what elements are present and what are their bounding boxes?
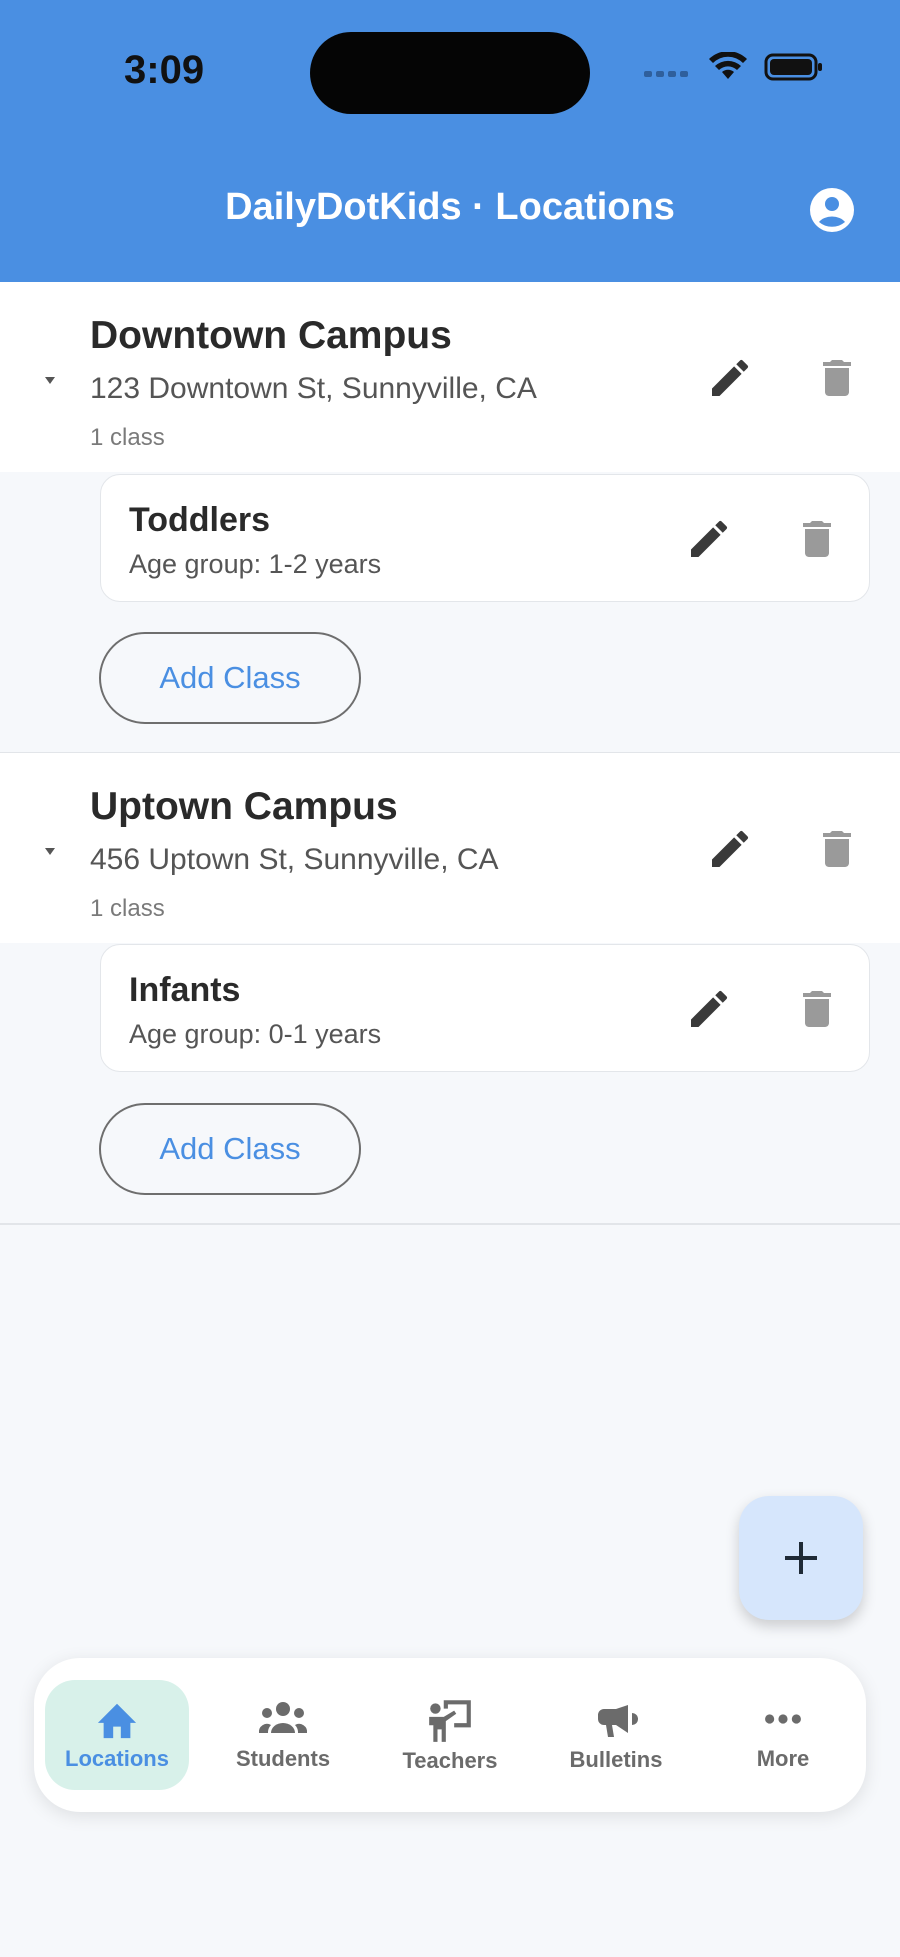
home-icon [97,1703,137,1739]
class-age-group: Age group: 0-1 years [129,1019,382,1049]
add-class-button[interactable]: Add Class [99,1103,361,1195]
delete-location-button[interactable] [813,825,861,873]
class-age-group: Age group: 1-2 years [129,549,382,579]
location-name: Uptown Campus [90,785,398,828]
page-title: DailyDotKids · Locations [225,186,675,228]
add-class-button[interactable]: Add Class [99,632,361,724]
dynamic-island [310,32,590,114]
pencil-icon [691,990,728,1027]
section-divider [0,1223,900,1225]
more-icon [765,1714,801,1724]
location-address: 123 Downtown St, Sunnyville, CA [90,372,537,405]
bottom-nav: Locations Students Teachers Bulletins Mo… [34,1658,866,1812]
nav-tab-teachers[interactable]: Teachers [378,1680,522,1790]
edit-class-button[interactable] [685,985,733,1033]
nav-label: Locations [65,1746,169,1771]
nav-tab-students[interactable]: Students [211,1680,355,1790]
megaphone-icon [598,1705,638,1737]
trash-icon [803,521,831,557]
teacher-icon [429,1700,471,1742]
edit-class-button[interactable] [685,515,733,563]
nav-label: More [756,1746,810,1771]
account-icon[interactable] [808,186,856,234]
class-name: Toddlers [129,501,271,539]
nav-tab-bulletins[interactable]: Bulletins [544,1680,688,1790]
add-location-fab[interactable] [739,1496,863,1620]
nav-label: Bulletins [569,1747,663,1772]
nav-label: Students [235,1746,331,1771]
trash-icon [823,831,851,867]
plus-icon [785,1542,817,1574]
delete-location-button[interactable] [813,354,861,402]
trash-icon [803,991,831,1027]
nav-tab-more[interactable]: More [711,1680,855,1790]
edit-location-button[interactable] [706,825,754,873]
app-header: 3:09 DailyDotKids · Locations [0,0,900,282]
location-name: Downtown Campus [90,314,452,357]
pencil-icon [691,520,728,557]
nav-tab-locations[interactable]: Locations [45,1680,189,1790]
nav-label: Teachers [402,1748,498,1773]
pencil-icon [712,830,749,867]
collapse-caret-icon[interactable] [44,374,56,386]
signal-icon [644,71,688,77]
location-class-count: 1 class [90,424,165,451]
collapse-caret-icon[interactable] [44,845,56,857]
wifi-icon [709,52,747,79]
location-class-count: 1 class [90,895,165,922]
class-card-toddlers[interactable]: Toddlers Age group: 1-2 years [100,474,870,602]
people-icon [258,1702,308,1733]
battery-icon [764,53,822,81]
location-address: 456 Uptown St, Sunnyville, CA [90,843,499,876]
status-icons [644,52,824,82]
pencil-icon [712,359,749,396]
status-time: 3:09 [124,48,205,92]
delete-class-button[interactable] [793,985,841,1033]
edit-location-button[interactable] [706,354,754,402]
class-name: Infants [129,971,241,1009]
class-card-infants[interactable]: Infants Age group: 0-1 years [100,944,870,1072]
delete-class-button[interactable] [793,515,841,563]
location-card-uptown[interactable]: Uptown Campus 456 Uptown St, Sunnyville,… [0,753,900,943]
trash-icon [823,360,851,396]
location-card-downtown[interactable]: Downtown Campus 123 Downtown St, Sunnyvi… [0,282,900,472]
